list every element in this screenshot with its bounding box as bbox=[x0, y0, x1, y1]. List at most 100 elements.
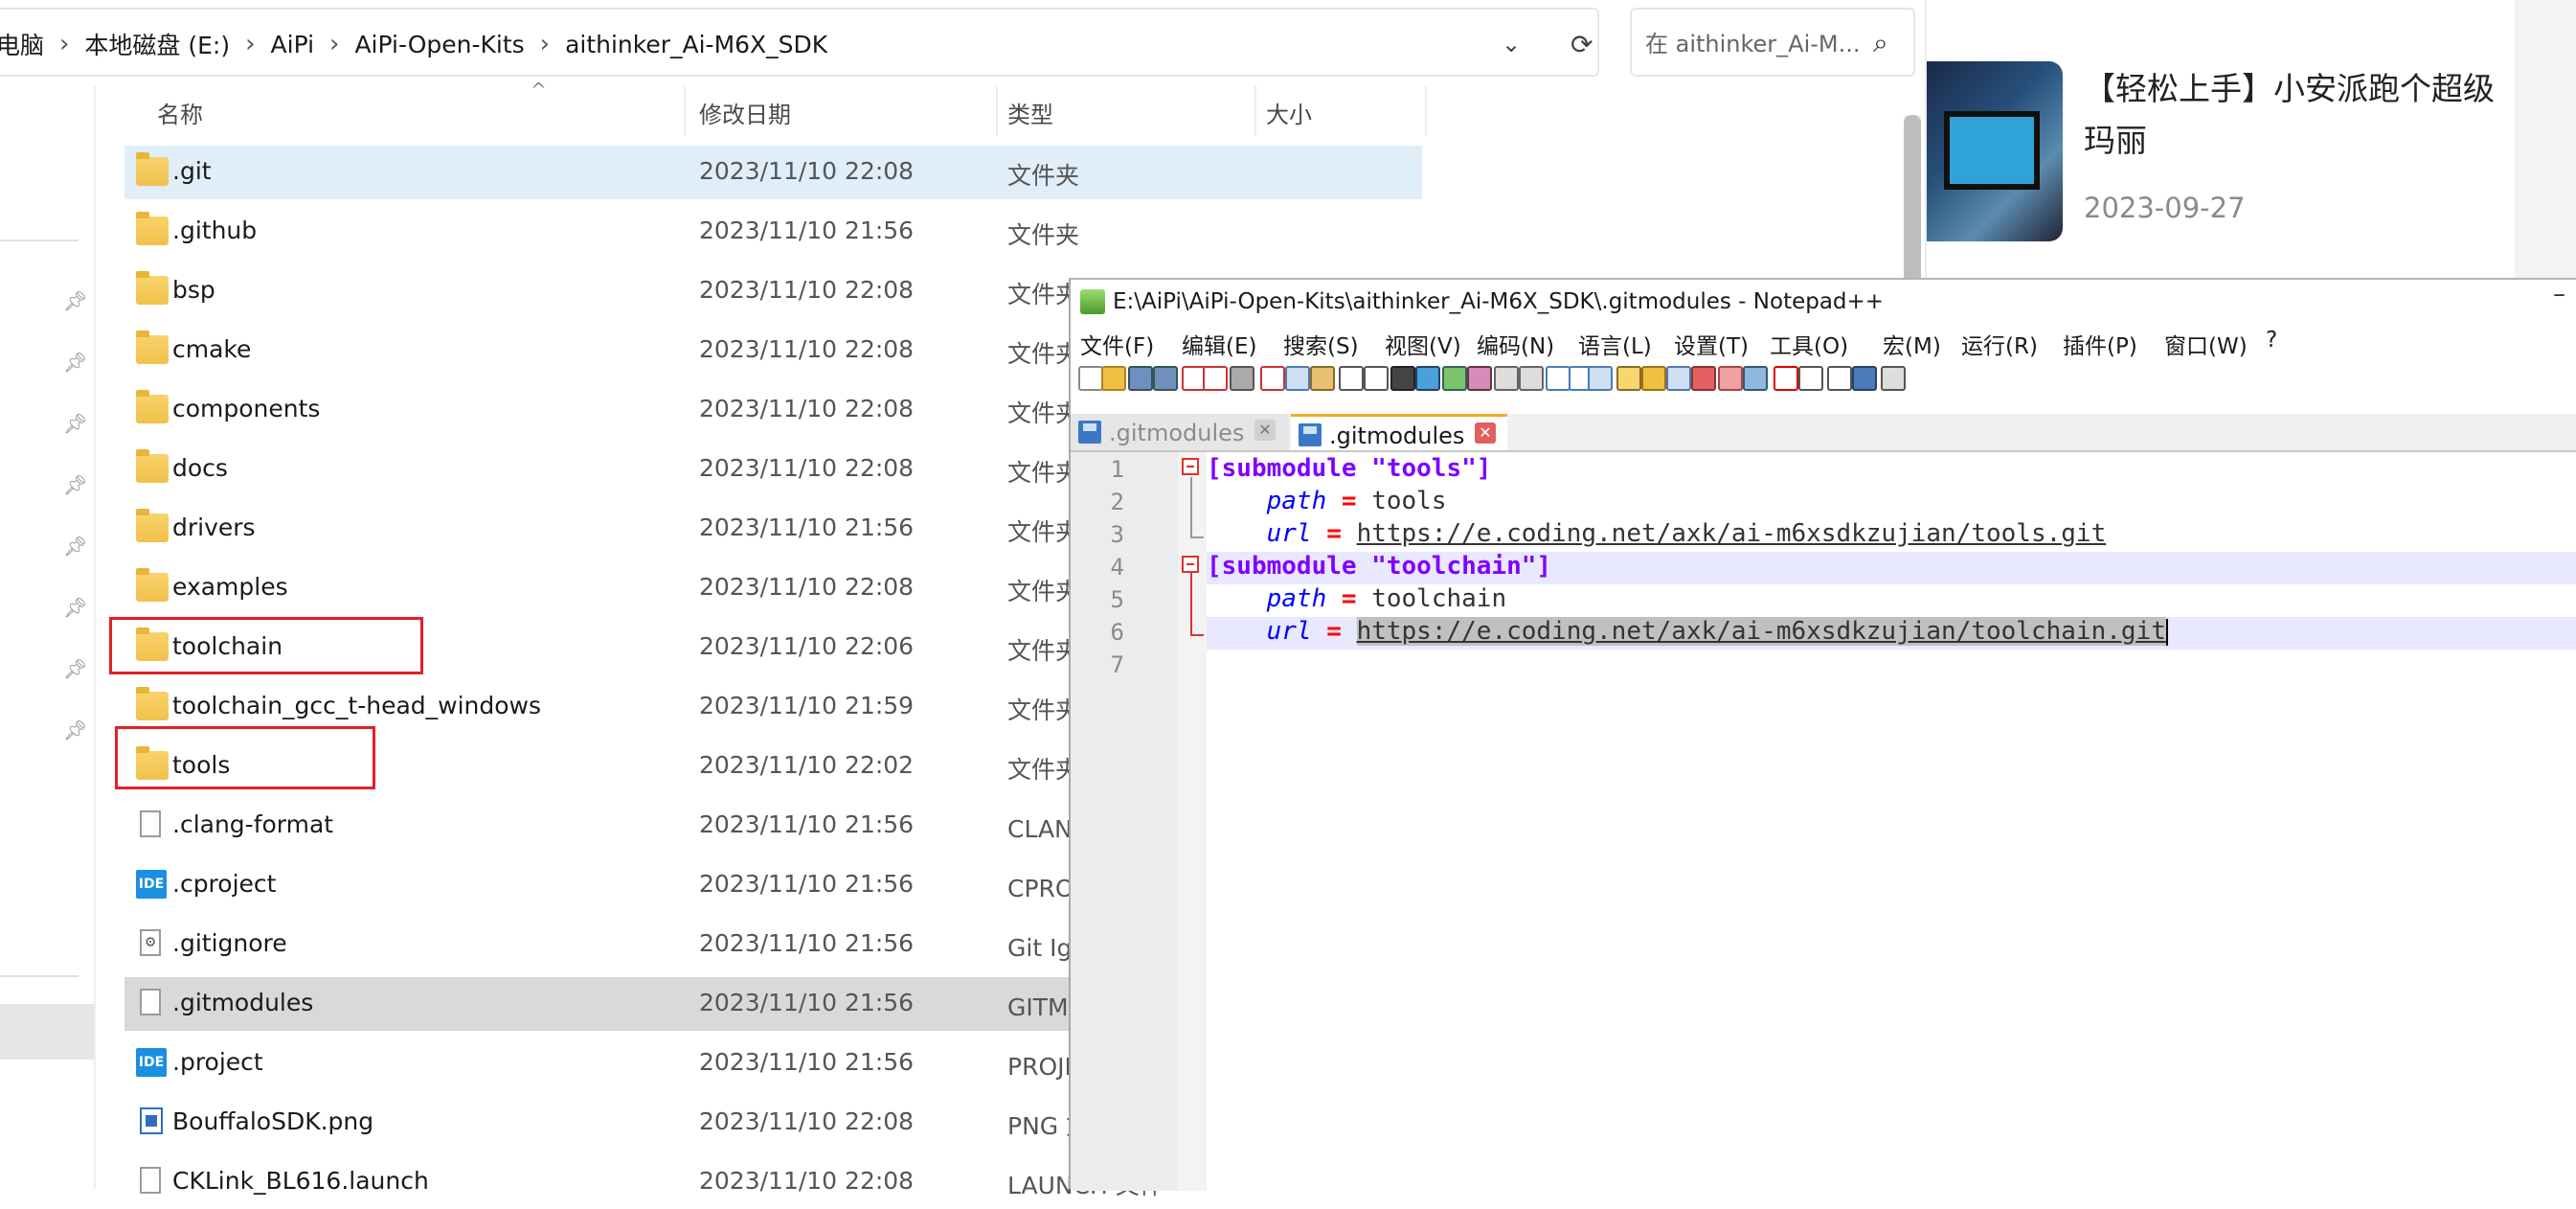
menu-item[interactable]: 文件(F) bbox=[1080, 328, 1154, 360]
article-card[interactable]: 【轻松上手】小安派跑个超级玛丽 2023-09-27 bbox=[1925, 0, 2517, 278]
column-size[interactable]: 大小 bbox=[1266, 96, 1312, 129]
search-input[interactable] bbox=[1643, 27, 1877, 61]
menu-item[interactable]: 视图(V) bbox=[1385, 328, 1461, 360]
code-line[interactable]: [submodule "toolchain"] bbox=[1207, 552, 2576, 584]
menu-item[interactable]: 工具(O) bbox=[1770, 328, 1848, 360]
replace-icon[interactable] bbox=[1415, 366, 1440, 391]
menu-item[interactable]: 插件(P) bbox=[2063, 328, 2137, 360]
record-macro-icon[interactable] bbox=[1774, 366, 1798, 391]
undo-icon[interactable] bbox=[1339, 366, 1364, 391]
column-divider[interactable] bbox=[996, 86, 998, 136]
pin-icon[interactable]: 📌︎ bbox=[63, 657, 87, 680]
menu-item[interactable]: 搜索(S) bbox=[1283, 328, 1359, 360]
menu-item[interactable]: ? bbox=[2266, 328, 2277, 353]
menu-item[interactable]: 编辑(E) bbox=[1182, 328, 1256, 360]
doc-map-icon[interactable] bbox=[1666, 366, 1691, 391]
sync-h-icon[interactable] bbox=[1519, 366, 1544, 391]
folder-icon[interactable] bbox=[1718, 366, 1743, 391]
breadcrumb-item-pc[interactable]: 电脑 bbox=[0, 27, 50, 61]
article-title[interactable]: 【轻松上手】小安派跑个超级玛丽 bbox=[2084, 63, 2505, 167]
close-all-icon[interactable] bbox=[1203, 366, 1228, 391]
config-value: tools bbox=[1371, 487, 1447, 515]
close-icon[interactable]: ✕ bbox=[1475, 422, 1496, 444]
fold-collapse-icon[interactable] bbox=[1182, 556, 1199, 573]
tab-gitmodules-inactive[interactable]: .gitmodules ✕ bbox=[1071, 414, 1289, 450]
save-macro-icon[interactable] bbox=[1881, 366, 1906, 391]
column-divider[interactable] bbox=[684, 86, 686, 136]
search-box[interactable]: ⌕ bbox=[1630, 8, 1915, 77]
column-date[interactable]: 修改日期 bbox=[699, 96, 791, 129]
chevron-down-icon[interactable]: ⌄ bbox=[1502, 31, 1526, 57]
breadcrumb-item-open-kits[interactable]: AiPi-Open-Kits bbox=[349, 31, 530, 58]
new-file-icon[interactable] bbox=[1078, 366, 1103, 391]
zoom-out-icon[interactable] bbox=[1467, 366, 1492, 391]
pin-icon[interactable]: 📌︎ bbox=[63, 473, 87, 496]
pin-icon[interactable]: 📌︎ bbox=[63, 596, 87, 619]
zoom-in-icon[interactable] bbox=[1442, 366, 1467, 391]
monitor-icon[interactable] bbox=[1743, 366, 1768, 391]
column-type[interactable]: 类型 bbox=[1007, 96, 1053, 129]
lang-icon[interactable] bbox=[1616, 366, 1641, 391]
code-line[interactable]: path = tools bbox=[1207, 487, 2576, 519]
code-line[interactable]: url = https://e.coding.net/axk/ai-m6xsdk… bbox=[1207, 617, 2576, 650]
play-macro-icon[interactable] bbox=[1827, 366, 1852, 391]
pin-icon[interactable]: 📌︎ bbox=[63, 719, 87, 741]
pin-icon[interactable]: 📌︎ bbox=[63, 412, 87, 435]
menu-item[interactable]: 编码(N) bbox=[1477, 328, 1554, 360]
config-key: path bbox=[1266, 487, 1327, 515]
menu-item[interactable]: 运行(R) bbox=[1961, 328, 2038, 360]
indent-guide-icon[interactable] bbox=[1588, 366, 1613, 391]
code-line[interactable]: url = https://e.coding.net/axk/ai-m6xsdk… bbox=[1207, 519, 2576, 552]
code-line[interactable]: path = toolchain bbox=[1207, 584, 2576, 617]
pin-icon[interactable]: 📌︎ bbox=[63, 535, 87, 558]
menu-item[interactable]: 设置(T) bbox=[1674, 328, 1749, 360]
menu-item[interactable]: 窗口(W) bbox=[2164, 328, 2248, 360]
tab-gitmodules-active[interactable]: .gitmodules ✕ bbox=[1291, 414, 1507, 450]
column-name[interactable]: 名称 bbox=[157, 96, 203, 129]
play-multiple-icon[interactable] bbox=[1852, 366, 1877, 391]
nav-item-selected[interactable] bbox=[0, 1004, 94, 1060]
breadcrumb-item-drive[interactable]: 本地磁盘 (E:) bbox=[79, 27, 236, 61]
ide-icon: IDE bbox=[136, 870, 167, 899]
code-line[interactable] bbox=[1207, 650, 2576, 682]
stop-record-icon[interactable] bbox=[1798, 366, 1823, 391]
wrap-icon[interactable] bbox=[1546, 366, 1570, 391]
close-icon[interactable]: ✕ bbox=[1254, 420, 1276, 441]
file-name: .gitignore bbox=[172, 929, 287, 957]
copy-icon[interactable] bbox=[1285, 366, 1310, 391]
fold-collapse-icon[interactable] bbox=[1182, 458, 1199, 475]
save-all-icon[interactable] bbox=[1153, 366, 1178, 391]
sync-v-icon[interactable] bbox=[1494, 366, 1519, 391]
address-bar[interactable]: 电脑 › 本地磁盘 (E:) › AiPi › AiPi-Open-Kits ›… bbox=[0, 8, 1599, 77]
png-icon bbox=[140, 1107, 163, 1134]
paste-icon[interactable] bbox=[1310, 366, 1335, 391]
print-icon[interactable] bbox=[1230, 366, 1254, 391]
cut-icon[interactable] bbox=[1260, 366, 1285, 391]
folder-as-workspace-icon[interactable] bbox=[1641, 366, 1666, 391]
menu-item[interactable]: 语言(L) bbox=[1578, 328, 1652, 360]
refresh-icon[interactable]: ⟳ bbox=[1570, 29, 1599, 60]
pin-icon[interactable]: 📌︎ bbox=[63, 289, 87, 312]
file-row[interactable]: .github 2023/11/10 21:56 文件夹 bbox=[124, 205, 1422, 259]
save-icon[interactable] bbox=[1128, 366, 1153, 391]
breadcrumb-item-aipi[interactable]: AiPi bbox=[265, 31, 321, 58]
menu-item[interactable]: 宏(M) bbox=[1883, 328, 1941, 360]
code-editor[interactable]: [submodule "tools"] path = tools url = h… bbox=[1207, 452, 2576, 1191]
pin-icon[interactable]: 📌︎ bbox=[63, 351, 87, 374]
file-name: drivers bbox=[172, 513, 256, 541]
file-row[interactable]: .git 2023/11/10 22:08 文件夹 bbox=[124, 146, 1422, 199]
navigation-pane: 📌︎ 📌︎ 📌︎ 📌︎ 📌︎ 📌︎ 📌︎ 📌︎ bbox=[0, 86, 96, 1189]
search-icon[interactable]: ⌕ bbox=[1873, 27, 1888, 59]
function-list-icon[interactable] bbox=[1691, 366, 1716, 391]
breadcrumb-item-sdk[interactable]: aithinker_Ai-M6X_SDK bbox=[559, 31, 833, 58]
open-file-icon[interactable] bbox=[1101, 366, 1126, 391]
find-icon[interactable] bbox=[1390, 366, 1415, 391]
minimize-icon[interactable]: – bbox=[2553, 280, 2565, 308]
code-line[interactable]: [submodule "tools"] bbox=[1207, 454, 2576, 487]
column-divider[interactable] bbox=[1425, 86, 1427, 136]
article-thumbnail[interactable] bbox=[1927, 61, 2063, 241]
scrollbar-thumb[interactable] bbox=[1904, 115, 1921, 287]
column-divider[interactable] bbox=[1254, 86, 1256, 136]
redo-icon[interactable] bbox=[1364, 366, 1389, 391]
folder-icon bbox=[136, 331, 169, 364]
